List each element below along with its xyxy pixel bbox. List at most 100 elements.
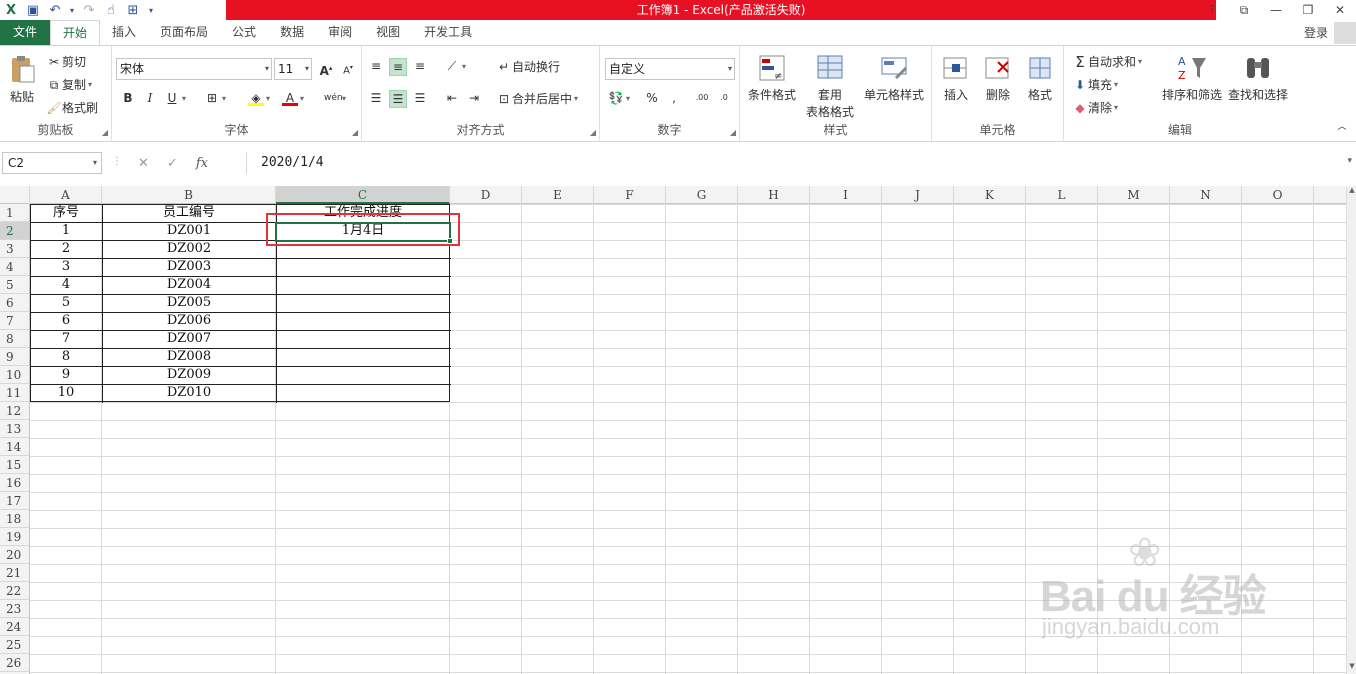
table-cell[interactable] (276, 276, 450, 294)
column-header-c[interactable]: C (276, 186, 450, 204)
sort-filter-button[interactable]: AZ 排序和筛选 (1160, 52, 1224, 103)
phonetic-button[interactable]: wén ▾ (324, 90, 346, 106)
column-header-k[interactable]: K (954, 186, 1026, 204)
table-cell[interactable] (276, 312, 450, 330)
format-cells-button[interactable]: 格式 (1022, 52, 1058, 103)
format-painter-button[interactable]: 🖌 格式刷 (46, 99, 98, 116)
user-avatar-icon[interactable] (1334, 22, 1356, 44)
formula-input[interactable]: 2020/1/4 (246, 152, 1341, 174)
italic-button[interactable]: I (142, 90, 158, 106)
expand-formula-bar-icon[interactable]: ▾ (1347, 156, 1352, 166)
row-header-11[interactable]: 11 (0, 384, 29, 402)
tab-developer[interactable]: 开发工具 (412, 20, 484, 45)
decrease-decimal-button[interactable]: .0 (716, 90, 732, 106)
borders-button[interactable]: ⊞ ▾ (204, 90, 226, 106)
column-header-f[interactable]: F (594, 186, 666, 204)
table-cell[interactable]: 2 (30, 240, 102, 258)
row-header-21[interactable]: 21 (0, 564, 29, 582)
tab-home[interactable]: 开始 (50, 20, 101, 45)
align-left-button[interactable]: ☰ (368, 90, 384, 106)
column-header-a[interactable]: A (30, 186, 102, 204)
conditional-format-button[interactable]: ≠ 条件格式 (746, 52, 798, 103)
table-cell[interactable] (276, 366, 450, 384)
row-header-25[interactable]: 25 (0, 636, 29, 654)
row-header-17[interactable]: 17 (0, 492, 29, 510)
fill-button[interactable]: ⬇ 填充 ▾ (1072, 76, 1118, 93)
column-header-d[interactable]: D (450, 186, 522, 204)
underline-button[interactable]: U ▾ (164, 90, 186, 106)
row-header-18[interactable]: 18 (0, 510, 29, 528)
table-cell[interactable]: 10 (30, 384, 102, 402)
close-icon[interactable]: ✕ (1324, 0, 1356, 20)
table-header-cell[interactable]: 员工编号 (102, 204, 276, 222)
row-header-22[interactable]: 22 (0, 582, 29, 600)
font-size-combo[interactable]: 11 ▾ (274, 58, 312, 80)
column-header-b[interactable]: B (102, 186, 276, 204)
row-header-24[interactable]: 24 (0, 618, 29, 636)
table-header-cell[interactable]: 序号 (30, 204, 102, 222)
touch-mode-icon[interactable]: ☝ (100, 0, 122, 20)
format-as-table-button[interactable]: 套用 表格格式 (800, 52, 860, 120)
bold-button[interactable]: B (120, 90, 136, 106)
cut-button[interactable]: ✂ 剪切 (46, 53, 86, 70)
number-launcher-icon[interactable]: ◢ (730, 128, 736, 137)
row-header-15[interactable]: 15 (0, 456, 29, 474)
row-header-1[interactable]: 1 (0, 204, 29, 222)
table-cell[interactable]: 6 (30, 312, 102, 330)
cell-area[interactable]: 序号 员工编号 工作完成进度 1 DZ001 1月4日 2 DZ002 3 DZ003 4 DZ004… (30, 204, 1346, 674)
tab-data[interactable]: 数据 (268, 20, 316, 45)
row-header-9[interactable]: 9 (0, 348, 29, 366)
enter-icon[interactable]: ✓ (167, 156, 178, 171)
insert-function-icon[interactable]: fx (196, 156, 208, 171)
row-header-8[interactable]: 8 (0, 330, 29, 348)
borders-qat-icon[interactable]: ⊞ (122, 0, 144, 20)
row-header-10[interactable]: 10 (0, 366, 29, 384)
tab-view[interactable]: 视图 (364, 20, 412, 45)
fill-color-button[interactable]: ◈ ▾ (248, 90, 270, 106)
decrease-indent-button[interactable]: ⇤ (444, 90, 460, 106)
table-cell[interactable]: DZ002 (102, 240, 276, 258)
customize-qat-icon[interactable]: ▾ (144, 0, 158, 20)
selected-cell-c2[interactable] (275, 222, 453, 244)
table-cell[interactable]: DZ006 (102, 312, 276, 330)
name-box[interactable]: C2 ▾ (2, 152, 102, 174)
table-cell[interactable]: DZ008 (102, 348, 276, 366)
copy-button[interactable]: ⧉ 复制 ▾ (46, 76, 92, 93)
currency-button[interactable]: 💱 ▾ (608, 90, 631, 106)
table-cell[interactable] (276, 258, 450, 276)
column-header-e[interactable]: E (522, 186, 594, 204)
increase-indent-button[interactable]: ⇥ (466, 90, 482, 106)
row-header-20[interactable]: 20 (0, 546, 29, 564)
font-launcher-icon[interactable]: ◢ (352, 128, 358, 137)
row-header-2[interactable]: 2 (0, 222, 29, 240)
table-cell[interactable]: 4 (30, 276, 102, 294)
tab-formulas[interactable]: 公式 (220, 20, 268, 45)
table-cell[interactable] (276, 348, 450, 366)
font-color-button[interactable]: A ▾ (282, 90, 304, 106)
row-header-16[interactable]: 16 (0, 474, 29, 492)
clipboard-launcher-icon[interactable]: ◢ (102, 128, 108, 137)
comma-button[interactable]: , (666, 90, 682, 106)
minimize-icon[interactable]: — (1260, 0, 1292, 20)
table-cell[interactable] (276, 294, 450, 312)
alignment-launcher-icon[interactable]: ◢ (590, 128, 596, 137)
table-cell[interactable]: DZ001 (102, 222, 276, 240)
tab-insert[interactable]: 插入 (100, 20, 148, 45)
table-cell[interactable]: 8 (30, 348, 102, 366)
number-format-combo[interactable]: 自定义 ▾ (605, 58, 735, 80)
ribbon-display-icon[interactable]: ⧉ (1228, 0, 1260, 20)
column-header-i[interactable]: I (810, 186, 882, 204)
table-cell[interactable] (276, 330, 450, 348)
increase-font-button[interactable]: A▴ (318, 60, 334, 78)
row-header-4[interactable]: 4 (0, 258, 29, 276)
clear-button[interactable]: ◆ 清除 ▾ (1072, 99, 1118, 116)
table-cell[interactable]: 3 (30, 258, 102, 276)
table-cell[interactable]: DZ005 (102, 294, 276, 312)
undo-icon[interactable]: ↶ (44, 0, 66, 20)
insert-cells-button[interactable]: 插入 (938, 52, 974, 103)
find-select-button[interactable]: 查找和选择 (1226, 52, 1290, 103)
column-header-m[interactable]: M (1098, 186, 1170, 204)
decrease-font-button[interactable]: A▾ (340, 60, 356, 76)
undo-dropdown-icon[interactable]: ▾ (66, 0, 78, 20)
row-header-7[interactable]: 7 (0, 312, 29, 330)
